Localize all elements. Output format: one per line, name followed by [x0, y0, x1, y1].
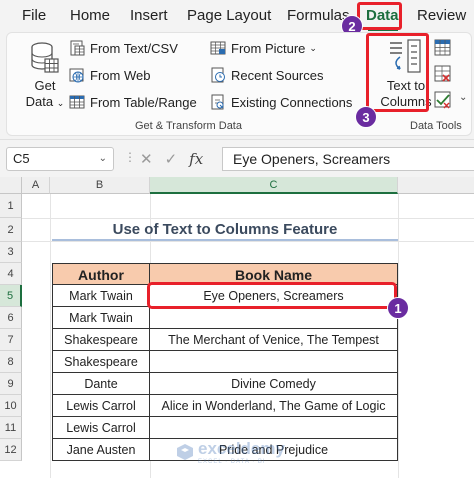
column-header-b[interactable]: B [50, 177, 150, 194]
group-label-data-tools: Data Tools [410, 120, 462, 132]
chevron-down-icon: ⌄ [309, 42, 317, 53]
cell-author[interactable]: Dante [52, 373, 150, 395]
gridline [50, 194, 51, 478]
row-header-4[interactable]: 4 [0, 263, 22, 285]
name-box[interactable]: C5 ⌄ [6, 147, 114, 171]
get-data-label-line1: Get [34, 78, 56, 93]
watermark-name: exceldemy [198, 439, 285, 458]
gridline [398, 194, 399, 478]
tab-page-layout[interactable]: Page Layout [187, 5, 271, 27]
watermark-logo-icon [177, 444, 193, 460]
data-validation-icon[interactable] [434, 91, 452, 109]
row-header-2[interactable]: 2 [0, 218, 22, 242]
sheet-title[interactable]: Use of Text to Columns Feature [52, 219, 398, 241]
more-options-icon: ⋮ [124, 150, 136, 164]
from-picture-label: From Picture [231, 40, 306, 56]
formula-bar: C5 ⌄ ⋮ ✕ ✓ fx Eye Openers, Screamers [0, 139, 474, 177]
cell-author[interactable]: Mark Twain [52, 307, 150, 329]
remove-duplicates-icon[interactable] [434, 65, 452, 83]
header-author[interactable]: Author [52, 263, 150, 285]
text-csv-icon [70, 40, 85, 56]
existing-connections-label: Existing Connections [231, 94, 353, 110]
recent-sources-button[interactable]: Recent Sources [210, 65, 324, 85]
worksheet-grid: A B C 1 2 3 4 5 6 7 8 9 10 11 12 Use of … [0, 177, 474, 478]
connections-icon [211, 94, 224, 110]
step-badge-1: 1 [387, 297, 409, 319]
table-icon [69, 95, 85, 109]
row-header-10[interactable]: 10 [0, 395, 22, 417]
from-text-csv-label: From Text/CSV [90, 40, 178, 56]
cancel-icon[interactable]: ✕ [140, 150, 153, 168]
existing-connections-button[interactable]: Existing Connections [210, 92, 352, 112]
row-header-9[interactable]: 9 [0, 373, 22, 395]
row-header-8[interactable]: 8 [0, 351, 22, 373]
row-header-7[interactable]: 7 [0, 329, 22, 351]
flash-fill-icon[interactable] [434, 39, 452, 57]
cell-book-name[interactable] [150, 307, 398, 329]
watermark: exceldemy EXCEL · DATA · BI [176, 439, 285, 465]
column-header-c[interactable]: C [150, 177, 398, 194]
tab-home[interactable]: Home [70, 5, 110, 27]
watermark-tagline: EXCEL · DATA · BI [198, 459, 266, 465]
text-to-columns-highlight [366, 33, 429, 112]
check-icon[interactable]: ✓ [165, 150, 178, 168]
row-header-3[interactable]: 3 [0, 242, 22, 263]
cell-book-name[interactable]: Divine Comedy [150, 373, 398, 395]
tab-review[interactable]: Review [417, 5, 466, 27]
row-header-12[interactable]: 12 [0, 439, 22, 461]
chevron-down-icon[interactable]: ⌄ [99, 148, 107, 170]
cell-author[interactable]: Mark Twain [52, 285, 150, 307]
row-header-6[interactable]: 6 [0, 307, 22, 329]
row-header-1[interactable]: 1 [0, 194, 22, 218]
cell-book-name[interactable] [150, 351, 398, 373]
from-text-csv-button[interactable]: From Text/CSV [69, 38, 178, 58]
chevron-down-icon[interactable]: ⌄ [459, 92, 467, 103]
from-table-range-label: From Table/Range [90, 94, 197, 110]
ribbon-tabs: File Home Insert Page Layout Formulas Da… [0, 0, 474, 32]
column-header-d[interactable] [398, 177, 474, 194]
step-badge-3: 3 [355, 106, 377, 128]
get-data-button[interactable]: Get Data ⌄ [23, 41, 67, 111]
data-tab-highlight [357, 2, 402, 30]
get-data-label-line2: Data ⌄ [25, 94, 65, 109]
formula-controls: ✕ ✓ fx [140, 147, 220, 171]
column-header-a[interactable]: A [22, 177, 50, 194]
cell-book-name[interactable] [150, 417, 398, 439]
row-header-11[interactable]: 11 [0, 417, 22, 439]
name-box-value: C5 [13, 151, 30, 166]
cell-author[interactable]: Jane Austen [52, 439, 150, 461]
recent-sources-label: Recent Sources [231, 67, 324, 83]
from-web-button[interactable]: From Web [69, 65, 150, 85]
cell-author[interactable]: Lewis Carrol [52, 395, 150, 417]
from-table-range-button[interactable]: From Table/Range [69, 92, 197, 112]
cell-author[interactable]: Shakespeare [52, 351, 150, 373]
chevron-down-icon: ⌄ [56, 98, 65, 108]
recent-sources-icon [211, 67, 225, 83]
cell-book-name[interactable]: The Merchant of Venice, The Tempest [150, 329, 398, 351]
group-label-get-transform: Get & Transform Data [135, 120, 242, 132]
gridline [22, 241, 474, 242]
from-picture-button[interactable]: From Picture ⌄ [210, 38, 317, 58]
selected-cell-highlight [147, 282, 397, 309]
cell-book-name[interactable]: Alice in Wonderland, The Game of Logic [150, 395, 398, 417]
from-web-label: From Web [90, 67, 151, 83]
globe-icon [69, 68, 84, 83]
cell-author[interactable]: Shakespeare [52, 329, 150, 351]
picture-icon [210, 41, 226, 55]
cell-author[interactable]: Lewis Carrol [52, 417, 150, 439]
tab-insert[interactable]: Insert [130, 5, 168, 27]
tab-file[interactable]: File [22, 5, 46, 27]
formula-input[interactable]: Eye Openers, Screamers [222, 147, 474, 171]
row-header-5[interactable]: 5 [0, 285, 22, 307]
select-all-corner[interactable] [0, 177, 22, 194]
insert-function-icon[interactable]: fx [189, 150, 203, 168]
database-icon [31, 42, 59, 73]
